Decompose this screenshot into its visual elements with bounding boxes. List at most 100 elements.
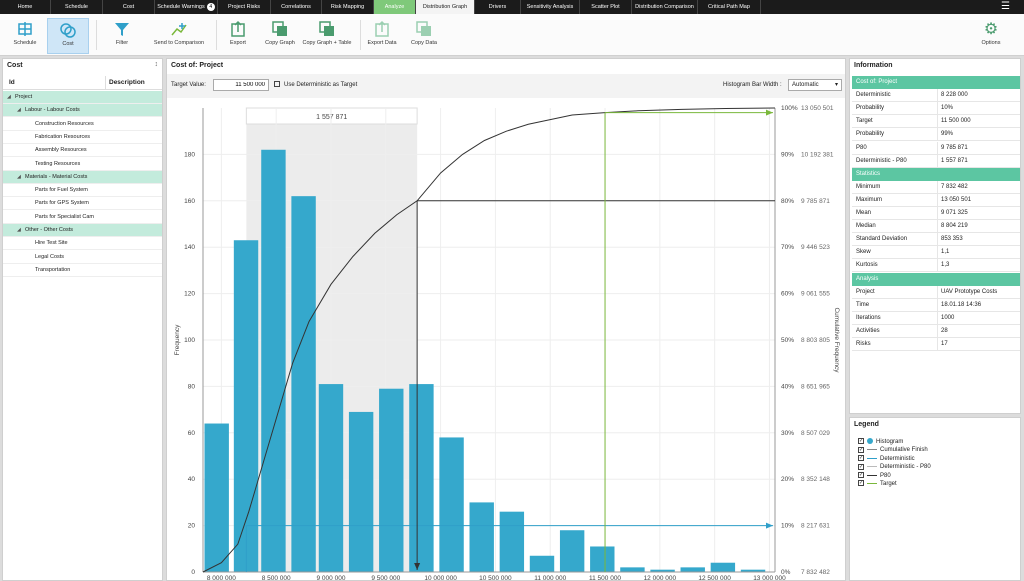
tab-label: Correlations [281,4,311,10]
legend-label: Target [880,481,897,487]
x-tick-label: 9 500 000 [371,575,400,581]
tree-row[interactable]: Testing Resources [3,158,162,171]
tab-drivers[interactable]: Drivers [475,0,521,14]
cost-button[interactable]: Cost [47,18,89,54]
cumulative-pct-label: 0% [781,569,791,576]
tree-row[interactable]: ◢ Labour - Labour Costs [3,104,162,118]
tree-row[interactable]: Parts for Fuel System [3,184,162,198]
tree-row[interactable]: ◢ Other - Other Costs [3,224,162,237]
schedule-button[interactable]: Schedule [8,18,42,54]
tree-row[interactable]: Parts for GPS System [3,197,162,211]
tree-row[interactable]: Legal Costs [3,251,162,264]
info-row: Minimum 7 832 482 [852,180,1020,194]
info-section-header: Statistics [852,167,1020,181]
expand-toggle-icon[interactable]: ◢ [17,224,21,237]
tab-distribution-graph[interactable]: Distribution Graph [416,0,475,14]
export-data-button[interactable]: Export Data [364,18,400,54]
info-row: Probability 10% [852,102,1020,116]
pin-icon[interactable]: ↕ [155,61,159,68]
legend-label: Deterministic [880,455,915,462]
tab-label: Drivers [488,4,507,10]
column-description-header[interactable]: Description [109,79,145,86]
tab-cost[interactable]: Cost [103,0,155,14]
expand-toggle-icon[interactable]: ◢ [7,91,11,104]
tree-row[interactable]: Hire Test Site [3,237,162,251]
legend-item[interactable]: ✓ Cumulative Finish [858,446,928,454]
y-tick-label: 160 [184,198,195,205]
tab-correlations[interactable]: Correlations [271,0,322,14]
cost-tree-panel: Cost ↕ Id Description ◢ Project ◢ Labour - … [2,58,163,581]
tab-sensitivity-analysis[interactable]: Sensitivity Analysis [521,0,580,14]
legend-item[interactable]: ✓ Deterministic [858,455,915,463]
legend-title: Legend [854,421,879,428]
options-label: Options [981,40,1001,46]
tree-row[interactable]: Transportation [3,264,162,277]
legend-item[interactable]: ✓ P80 [858,472,891,480]
legend-checkbox[interactable]: ✓ [858,455,864,462]
tree-row-label: Materials - Material Costs [25,173,88,180]
info-row: Time 18.01.18 14:36 [852,298,1020,312]
tree-row[interactable]: Assembly Resources [3,144,162,158]
tab-project-risks[interactable]: Project Risks [218,0,271,14]
tab-schedule-warnings[interactable]: Schedule Warnings 4 [155,0,218,14]
tab-critical-path-map[interactable]: Critical Path Map [698,0,761,14]
legend-item[interactable]: ✓ Histogram [858,438,903,446]
histogram-bar [291,196,316,572]
tree-row[interactable]: ◢ Materials - Material Costs [3,170,162,184]
expand-toggle-icon[interactable]: ◢ [17,171,21,184]
copy-graph-table-button[interactable]: Copy Graph + Table [300,18,354,54]
filter-label: Filter [115,40,129,46]
use-deterministic-checkbox[interactable] [274,81,280,87]
legend-label: Cumulative Finish [880,447,928,454]
info-row: Iterations 1000 [852,311,1020,325]
info-key: Mean [856,210,872,216]
cumulative-value-label: 9 785 871 [801,198,830,205]
tab-risk-mapping[interactable]: Risk Mapping [322,0,374,14]
histogram-bar [409,384,434,572]
bar-width-select[interactable]: Automatic ▾ [788,79,842,91]
y-tick-label: 100 [184,337,195,344]
cumulative-pct-label: 20% [781,476,794,483]
legend-checkbox[interactable]: ✓ [858,472,864,479]
legend-dot-icon [867,438,873,445]
legend-checkbox[interactable]: ✓ [858,438,864,445]
filter-button[interactable]: Filter [104,18,140,54]
tab-distribution-comparison[interactable]: Distribution Comparison [632,0,698,14]
expand-toggle-icon[interactable]: ◢ [17,104,21,117]
export-button[interactable]: Export [224,18,252,54]
tree-row[interactable]: Construction Resources [3,118,162,131]
legend-item[interactable]: ✓ Target [858,480,897,488]
info-key: P80 [856,144,867,151]
tab-analyze[interactable]: Analyze [374,0,416,14]
cumulative-pct-label: 50% [781,337,794,344]
copy-data-button[interactable]: Copy Data [408,18,440,54]
tab-scatter-plot[interactable]: Scatter Plot [580,0,632,14]
tree-row-label: Parts for Specialist Cam [35,213,94,220]
histogram-bar [318,384,344,572]
copy-graph-table-icon [300,18,354,40]
info-key: Time [856,301,870,308]
tab-home[interactable]: Home [0,0,51,14]
info-section-header: Cost of: Project [852,76,1020,89]
tree-row[interactable]: Fabrication Resources [3,131,162,144]
info-key: Target [856,118,873,125]
legend-checkbox[interactable]: ✓ [858,480,864,487]
y-tick-label: 40 [188,476,196,483]
column-id-header[interactable]: Id [9,79,15,86]
histogram-bar [469,502,494,572]
copy-graph-button[interactable]: Copy Graph [262,18,298,54]
options-button[interactable]: ⚙ Options [976,18,1006,54]
target-value-input[interactable] [213,79,269,91]
hamburger-menu-icon[interactable]: ☰ [1001,1,1010,12]
send-to-comparison-button[interactable]: Send to Comparison [150,18,208,54]
legend-checkbox[interactable]: ✓ [858,463,864,470]
legend-checkbox[interactable]: ✓ [858,446,864,453]
tree-row[interactable]: Parts for Specialist Cam [3,211,162,224]
legend-item[interactable]: ✓ Deterministic - P80 [858,463,931,471]
histogram-bar [529,555,555,572]
info-row: Skew 1,1 [852,246,1020,260]
info-key: Cost of: Project [856,79,898,85]
tab-schedule[interactable]: Schedule [51,0,103,14]
tree-row[interactable]: ◢ Project [3,91,162,104]
info-value: 28 [941,327,948,334]
